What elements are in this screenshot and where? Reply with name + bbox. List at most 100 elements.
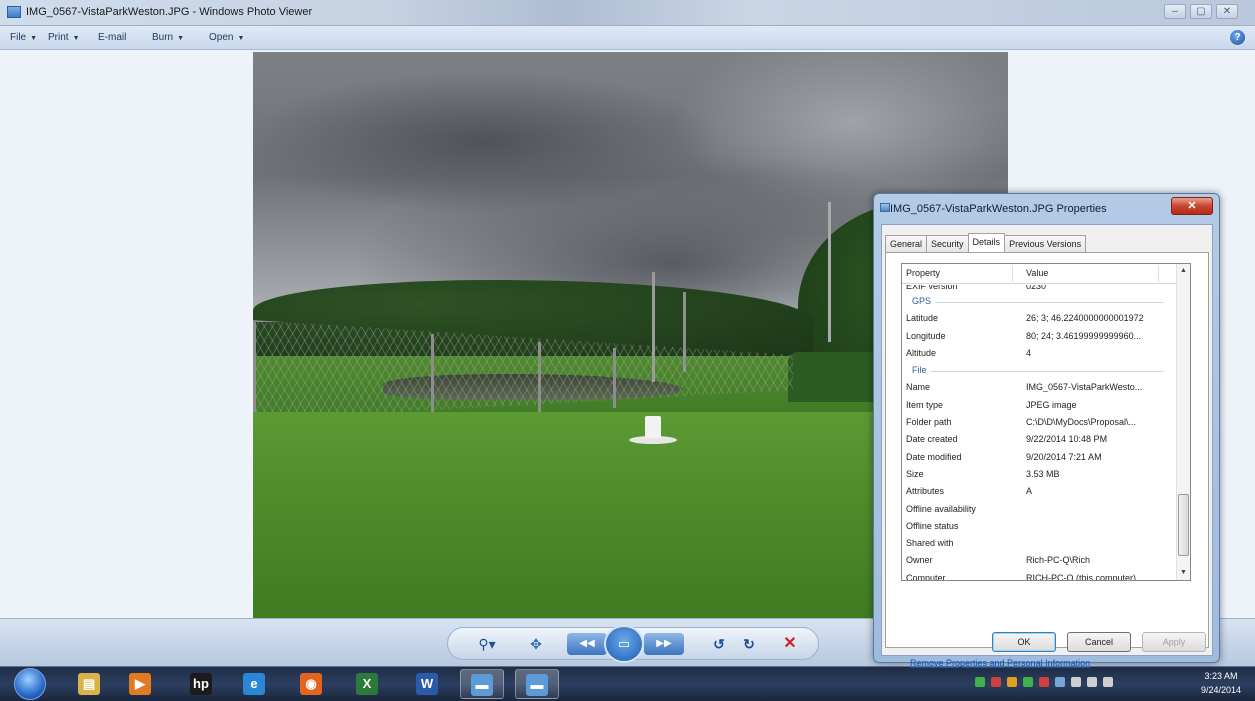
property-row[interactable]: Latitude 26; 3; 46.2240000000001972 (902, 310, 1176, 327)
next-icon[interactable]: ▶▶ (644, 633, 684, 655)
property-value: RICH-PC-Q (this computer) (1026, 572, 1137, 581)
chevron-down-icon: ▼ (177, 35, 185, 42)
tray-icon[interactable] (1103, 677, 1113, 688)
column-header-value[interactable]: Value (1026, 268, 1048, 278)
menu-label: Print (48, 32, 69, 43)
column-divider[interactable] (1158, 266, 1159, 282)
property-row[interactable]: Altitude 4 (902, 345, 1176, 362)
title-bar[interactable]: IMG_0567-VistaParkWeston.JPG - Windows P… (0, 0, 1255, 26)
rotate-left-icon[interactable]: ↺ (708, 633, 730, 655)
actual-size-icon[interactable]: ✥ (524, 633, 548, 655)
property-row[interactable]: Attributes A (902, 483, 1176, 500)
hp-app-icon: hp (190, 673, 212, 695)
chevron-down-icon: ▼ (72, 35, 80, 42)
property-row[interactable]: Offline status (902, 518, 1176, 535)
scrollbar-thumb[interactable] (1178, 494, 1189, 556)
property-row[interactable]: Owner Rich-PC-Q\Rich (902, 552, 1176, 569)
property-row[interactable]: Offline availability (902, 501, 1176, 518)
start-button[interactable] (14, 668, 46, 700)
property-name: Shared with (906, 538, 954, 549)
menu-burn[interactable]: Burn ▼ (152, 32, 184, 43)
property-row[interactable]: Folder path C:\D\D\MyDocs\Proposal\... (902, 414, 1176, 431)
property-row[interactable]: EXIF version 0230 (902, 285, 1176, 293)
property-name: Altitude (906, 347, 937, 358)
window-close-button[interactable]: ✕ (1216, 4, 1238, 19)
property-row[interactable]: Name IMG_0567-VistaParkWesto... (902, 379, 1176, 396)
property-name: Longitude (906, 330, 946, 341)
dialog-close-button[interactable]: ✕ (1171, 197, 1213, 215)
taskbar-windows-explorer[interactable]: ▤ (68, 669, 112, 699)
system-tray (975, 676, 1119, 694)
property-value: C:\D\D\MyDocs\Proposal\... (1026, 417, 1137, 428)
property-row[interactable]: Item type JPEG image (902, 397, 1176, 414)
property-row[interactable]: Date created 9/22/2014 10:48 PM (902, 431, 1176, 448)
group-label: GPS (912, 296, 936, 306)
taskbar-word[interactable]: W (406, 669, 450, 699)
remove-properties-link[interactable]: Remove Properties and Personal Informati… (910, 658, 1090, 668)
tray-icon[interactable] (991, 677, 1001, 688)
photo-fence-post (431, 334, 434, 424)
property-group-header[interactable]: GPS (902, 293, 1176, 310)
tray-icon[interactable] (1039, 677, 1049, 688)
property-name: Folder path (906, 417, 952, 428)
menu-print[interactable]: Print ▼ (48, 32, 80, 43)
minimize-button[interactable]: – (1164, 4, 1186, 19)
taskbar-photo-viewer[interactable]: ▬ (460, 669, 504, 699)
property-group-header[interactable]: File (902, 362, 1176, 379)
maximize-button[interactable]: ▢ (1190, 4, 1212, 19)
property-row[interactable]: Date modified 9/20/2014 7:21 AM (902, 449, 1176, 466)
rotate-right-icon[interactable]: ↻ (738, 633, 760, 655)
cancel-button[interactable]: Cancel (1067, 632, 1131, 652)
tray-icon[interactable] (1071, 677, 1081, 688)
menu-email[interactable]: E-mail (98, 32, 126, 43)
ok-button[interactable]: OK (992, 632, 1056, 652)
property-rows: EXIF version 0230 GPS Latitude 26; 3; 46.224… (902, 285, 1176, 581)
tray-icon[interactable] (1007, 677, 1017, 688)
taskbar-photo-viewer-2[interactable]: ▬ (515, 669, 559, 699)
column-header-property[interactable]: Property (906, 268, 940, 278)
delete-icon[interactable]: ✕ (778, 633, 802, 655)
property-name: Owner (906, 555, 933, 566)
property-row[interactable]: Computer RICH-PC-Q (this computer) (902, 570, 1176, 581)
word-icon: W (416, 673, 438, 695)
property-row[interactable]: Shared with (902, 535, 1176, 552)
help-icon[interactable]: ? (1230, 30, 1245, 45)
apply-button[interactable]: Apply (1142, 632, 1206, 652)
clock[interactable]: 3:23 AM 9/24/2014 (1197, 669, 1245, 697)
property-value: JPEG image (1026, 399, 1077, 410)
scroll-up-icon[interactable]: ▲ (1177, 264, 1190, 278)
tray-icon[interactable] (1055, 677, 1065, 688)
list-scrollbar[interactable]: ▲ ▼ (1176, 264, 1190, 580)
property-name: Offline status (906, 520, 959, 531)
tab-general[interactable]: General (885, 235, 928, 253)
scroll-down-icon[interactable]: ▼ (1177, 566, 1190, 580)
taskbar-excel[interactable]: X (346, 669, 390, 699)
column-divider[interactable] (1012, 266, 1013, 282)
property-value: 80; 24; 3.46199999999960... (1026, 330, 1142, 341)
tab-security[interactable]: Security (926, 235, 969, 253)
zoom-icon[interactable]: ⚲▾ (470, 633, 504, 655)
taskbar-firefox[interactable]: ◉ (290, 669, 334, 699)
details-list[interactable]: Property Value EXIF version 0230 GPS Latitu… (901, 263, 1191, 581)
property-row[interactable]: Size 3.53 MB (902, 466, 1176, 483)
taskbar-hp-app[interactable]: hp (180, 669, 224, 699)
menu-open[interactable]: Open ▼ (209, 32, 244, 43)
slideshow-icon[interactable]: ▭ (604, 625, 644, 663)
taskbar-media-player[interactable]: ▶ (119, 669, 163, 699)
tab-previous-versions[interactable]: Previous Versions (1004, 235, 1087, 253)
tray-icon[interactable] (1023, 677, 1033, 688)
taskbar-internet-explorer[interactable]: e (233, 669, 277, 699)
property-name: Latitude (906, 313, 939, 324)
photo-light-pole (828, 202, 831, 342)
menu-file[interactable]: File ▼ (10, 32, 37, 43)
menu-bar: File ▼ Print ▼ E-mail Burn ▼ Open ▼ ? (0, 26, 1255, 50)
previous-icon[interactable]: ◀◀ (567, 633, 607, 655)
file-properties-icon (880, 203, 890, 212)
clock-date: 9/24/2014 (1200, 685, 1242, 695)
tab-details[interactable]: Details (967, 233, 1006, 254)
property-name: Date created (906, 434, 958, 445)
media-player-icon: ▶ (129, 673, 151, 695)
tray-icon[interactable] (975, 677, 985, 688)
property-row[interactable]: Longitude 80; 24; 3.46199999999960... (902, 328, 1176, 345)
tray-icon[interactable] (1087, 677, 1097, 688)
